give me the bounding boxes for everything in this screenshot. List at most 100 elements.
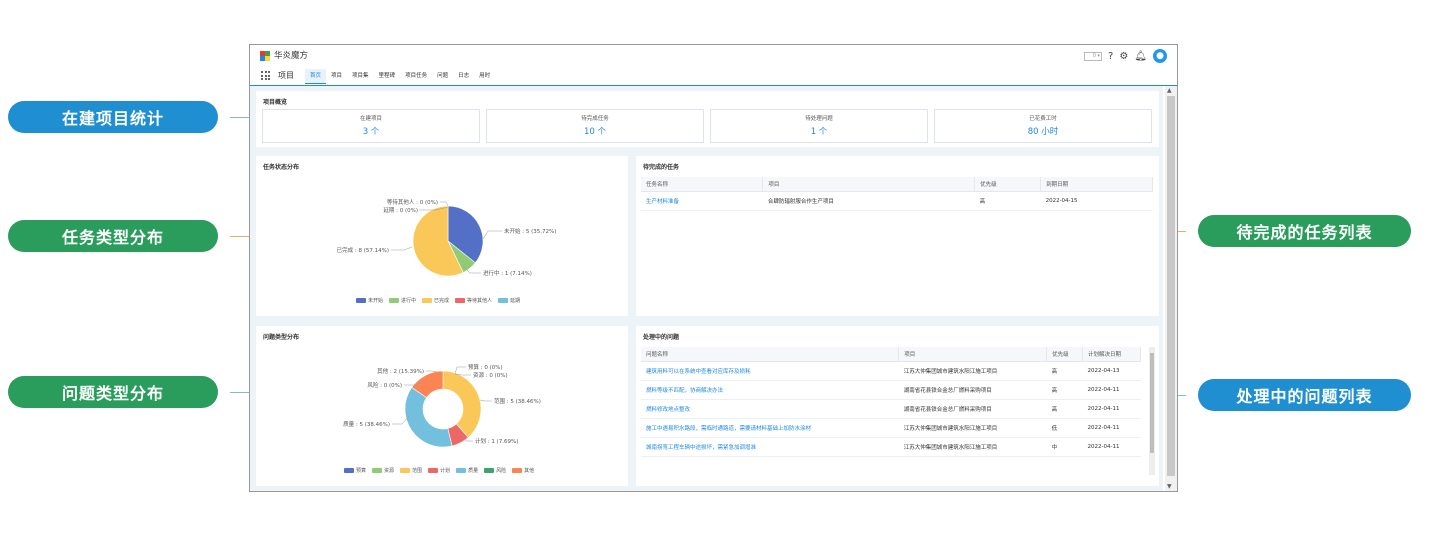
- overview-panel: 项目概览 在建项目 3 个 待完成任务 10 个 待处理问题 1 个 已花费工时…: [256, 91, 1159, 147]
- stat-label: 待完成任务: [581, 116, 609, 122]
- label-resource: 资源 : 0 (0%): [473, 371, 508, 379]
- issue-priority: 高: [1046, 380, 1083, 400]
- label-scope: 范围 : 5 (38.46%): [494, 397, 541, 405]
- nav-logs[interactable]: 日志: [453, 69, 474, 83]
- table-row[interactable]: 燃料修改地点整改 湖南省花县铁合金总厂燃料采购项目 高 2022-04-11: [641, 399, 1141, 419]
- legend-item[interactable]: 预算: [344, 467, 366, 474]
- scroll-up-icon[interactable]: ▲: [1167, 87, 1172, 94]
- label-budget: 预算 : 0 (0%): [468, 363, 503, 371]
- issue-type-slice-4[interactable]: [404, 386, 453, 448]
- page-scrollbar[interactable]: ▲ ▼: [1165, 86, 1177, 491]
- label-other: 其他 : 2 (15.39%): [377, 367, 424, 375]
- issue-name-link[interactable]: 施工中遇易积水路段，需临时通路道，需要请材料基础上加防水涂材: [641, 418, 899, 438]
- issue-type-panel: 问题类型分布 预算 : 0 (0%) 资源 : 0 (0%) 范围 : 5 (3…: [256, 326, 628, 486]
- stat-label: 待处理问题: [805, 116, 833, 122]
- nav-tasks[interactable]: 项目任务: [400, 69, 432, 83]
- col-due-date[interactable]: 到期日期: [1040, 177, 1153, 192]
- help-icon[interactable]: ?: [1108, 51, 1113, 62]
- issue-date: 2022-04-11: [1082, 399, 1141, 419]
- col-task-name[interactable]: 任务名称: [641, 177, 764, 192]
- legend-item[interactable]: 质量: [456, 467, 478, 474]
- notification-select[interactable]: 0 ▾: [1084, 51, 1103, 61]
- label-in-progress: 进行中 : 1 (7.14%): [483, 269, 532, 277]
- table-row[interactable]: 施工中遇易积水路段，需临时通路道，需要请材料基础上加防水涂材 江苏大仲集团城市建…: [641, 418, 1141, 438]
- main-nav: 首页 项目 项目集 里程碑 项目任务 问题 日志 用时: [305, 69, 495, 84]
- table-header: 任务名称 项目 优先级 到期日期: [641, 177, 1153, 192]
- col-priority[interactable]: 优先级: [1046, 347, 1084, 362]
- legend-item[interactable]: 范围: [400, 467, 422, 474]
- col-project[interactable]: 项目: [898, 347, 1048, 362]
- user-avatar-icon[interactable]: ●: [1153, 49, 1167, 63]
- table-row[interactable]: 建筑用料可以在系统中查看对应库存及损耗 江苏大仲集团城市建筑水阳江施工项目 高 …: [641, 361, 1141, 381]
- issue-priority: 低: [1046, 418, 1083, 438]
- bell-icon[interactable]: 🔔︎: [1134, 51, 1147, 62]
- stat-pending-tasks[interactable]: 待完成任务 10 个: [486, 109, 704, 143]
- stat-active-projects[interactable]: 在建项目 3 个: [262, 109, 480, 143]
- stat-hours-spent[interactable]: 已花费工时 80 小时: [934, 109, 1152, 143]
- task-name-link[interactable]: 生产材料准备: [641, 191, 763, 211]
- brand-logo-icon: [260, 51, 270, 61]
- issue-type-slice-2[interactable]: [442, 370, 482, 438]
- legend-swatch: [456, 468, 467, 473]
- issues-table-scrollbar[interactable]: [1149, 347, 1155, 475]
- col-issue-name[interactable]: 问题名称: [641, 347, 900, 362]
- issue-chart-legend: 预算 资源 范围 计划 质量 风险 其他: [344, 467, 534, 474]
- issue-project: 江苏大仲集团城市建筑水阳江施工项目: [898, 361, 1047, 381]
- nav-milestones[interactable]: 里程碑: [374, 69, 401, 83]
- legend-item[interactable]: 计划: [428, 467, 450, 474]
- legend-swatch: [389, 298, 400, 303]
- legend-swatch: [372, 468, 383, 473]
- issue-name-link[interactable]: 燃料等级不匹配，协商解决办法: [641, 380, 899, 400]
- legend-item[interactable]: 等待其他人: [455, 297, 492, 304]
- callout-project-stats: 在建项目统计: [8, 101, 218, 133]
- legend-item[interactable]: 其他: [512, 467, 534, 474]
- table-row[interactable]: 生产材料准备 合肆防辐射服合作生产项目 高 2022-04-15: [641, 191, 1153, 211]
- scrollbar-thumb[interactable]: [1150, 353, 1154, 453]
- nav-home[interactable]: 首页: [305, 69, 327, 84]
- issue-name-link[interactable]: 建筑用料可以在系统中查看对应库存及损耗: [641, 361, 899, 381]
- legend-item[interactable]: 未开始: [356, 297, 383, 304]
- legend-swatch: [422, 298, 433, 303]
- legend-item[interactable]: 资源: [372, 467, 394, 474]
- callout-issues-processing: 处理中的问题列表: [1198, 379, 1411, 411]
- table-row[interactable]: 燃料等级不匹配，协商解决办法 湖南省花县铁合金总厂燃料采购项目 高 2022-0…: [641, 380, 1141, 400]
- col-planned-date[interactable]: 计划解决日期: [1082, 347, 1141, 362]
- module-name: 项目: [278, 71, 294, 80]
- task-project: 合肆防辐射服合作生产项目: [762, 191, 975, 211]
- nav-projects[interactable]: 项目: [326, 69, 347, 83]
- scroll-down-icon[interactable]: ▼: [1167, 483, 1172, 490]
- legend-swatch: [484, 468, 495, 473]
- stat-value: 3 个: [362, 127, 380, 137]
- settings-gear-icon[interactable]: ⚙: [1119, 51, 1128, 62]
- label-plan: 计划 : 1 (7.69%): [475, 437, 518, 445]
- pending-tasks-panel: 待完成的任务 任务名称 项目 优先级 到期日期 生产材料准备 合肆防辐射服合作生…: [636, 156, 1159, 316]
- col-priority[interactable]: 优先级: [974, 177, 1042, 192]
- issue-priority: 中: [1046, 437, 1083, 457]
- pending-tasks-title: 待完成的任务: [643, 164, 680, 171]
- app-launcher-icon[interactable]: [261, 71, 270, 80]
- callout-task-type: 任务类型分布: [8, 220, 218, 252]
- issue-name-link[interactable]: 城南拐弯工程车辆中途损坏，需紧急加调增准: [641, 437, 899, 457]
- nav-issues[interactable]: 问题: [432, 69, 453, 83]
- nav-programs[interactable]: 项目集: [347, 69, 374, 83]
- table-row[interactable]: 城南拐弯工程车辆中途损坏，需紧急加调增准 江苏大仲集团城市建筑水阳江施工项目 中…: [641, 437, 1141, 457]
- legend-item[interactable]: 风险: [484, 467, 506, 474]
- stat-pending-issues[interactable]: 待处理问题 1 个: [710, 109, 928, 143]
- brand-name: 华炎魔方: [274, 51, 309, 61]
- col-project[interactable]: 项目: [762, 177, 976, 192]
- label-delayed: 延期 : 0 (0%): [383, 206, 418, 214]
- legend-item[interactable]: 进行中: [389, 297, 416, 304]
- scrollbar-thumb[interactable]: [1167, 96, 1175, 476]
- issue-name-link[interactable]: 燃料修改地点整改: [641, 399, 899, 419]
- legend-item[interactable]: 已完成: [422, 297, 449, 304]
- nav-time[interactable]: 用时: [474, 69, 495, 83]
- issue-project: 湖南省花县铁合金总厂燃料采购项目: [898, 399, 1047, 419]
- stat-label: 已花费工时: [1029, 116, 1057, 122]
- legend-swatch: [356, 298, 366, 303]
- dashboard-content: 项目概览 在建项目 3 个 待完成任务 10 个 待处理问题 1 个 已花费工时…: [250, 86, 1163, 491]
- top-bar: 华炎魔方 项目 首页 项目 项目集 里程碑 项目任务 问题 日志 用时 0 ▾ …: [250, 45, 1177, 86]
- legend-swatch: [455, 298, 466, 303]
- table-header: 问题名称 项目 优先级 计划解决日期: [641, 347, 1141, 362]
- legend-item[interactable]: 延期: [498, 297, 520, 304]
- label-completed: 已完成 : 8 (57.14%): [337, 246, 389, 254]
